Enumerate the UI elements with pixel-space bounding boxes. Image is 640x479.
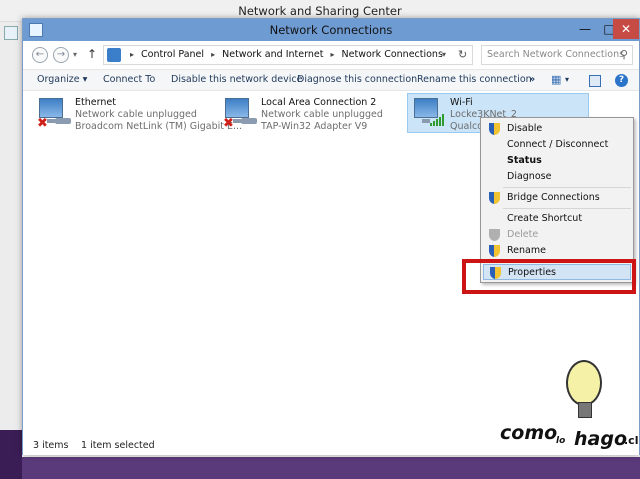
- disconnected-x-icon: ✖: [37, 116, 48, 131]
- menu-item-diagnose[interactable]: Diagnose: [483, 169, 631, 185]
- search-placeholder: Search Network Connections: [487, 49, 625, 60]
- menu-item-label: Create Shortcut: [507, 213, 583, 224]
- preview-pane-icon[interactable]: [589, 75, 601, 87]
- lightbulb-icon: [566, 360, 602, 418]
- connection-status: Network cable unplugged: [261, 109, 383, 120]
- cable-icon: [241, 118, 257, 124]
- watermark-word-hago: hago: [574, 428, 628, 450]
- connection-name: Wi-Fi: [450, 97, 473, 108]
- uac-shield-icon: [489, 192, 500, 204]
- connection-name: Ethernet: [75, 97, 116, 108]
- signal-strength-icon: [430, 114, 444, 126]
- cable-icon: [55, 118, 71, 124]
- refresh-icon[interactable]: ↻: [458, 46, 467, 64]
- watermark-suffix: .cl: [624, 434, 639, 447]
- menu-separator: [503, 187, 631, 188]
- menu-item-label: Bridge Connections: [507, 192, 600, 203]
- connection-item-ethernet[interactable]: ✖ Ethernet Network cable unplugged Broad…: [33, 94, 242, 136]
- disable-device-button[interactable]: Disable this network device: [171, 70, 302, 90]
- forward-button[interactable]: →: [53, 47, 69, 63]
- change-view-icon[interactable]: ▦: [551, 70, 561, 90]
- desktop-wallpaper-strip: [0, 430, 22, 479]
- rename-connection-button[interactable]: Rename this connection: [417, 70, 532, 90]
- background-item-icon: [4, 26, 18, 40]
- title-bar[interactable]: Network Connections — □ ✕: [23, 19, 639, 41]
- network-adapter-icon: [39, 98, 63, 123]
- watermark-word-como: como: [500, 422, 558, 444]
- item-count: 3 items: [33, 440, 69, 451]
- menu-item-connect-disconnect[interactable]: Connect / Disconnect: [483, 137, 631, 153]
- connection-adapter: TAP-Win32 Adapter V9: [261, 121, 368, 132]
- uac-shield-icon: [489, 245, 500, 257]
- connection-status: Network cable unplugged: [75, 109, 197, 120]
- control-panel-icon: [107, 48, 121, 62]
- command-bar: Organize ▾ Connect To Disable this netwo…: [23, 69, 639, 91]
- network-folder-icon: [29, 23, 43, 37]
- address-row: ← → ▾ ↑ ▸ Control Panel ▸ Network and In…: [23, 41, 639, 69]
- watermark-logo: como lo hago .cl: [500, 350, 640, 457]
- breadcrumb-network-and-internet[interactable]: Network and Internet: [222, 49, 323, 60]
- address-bar[interactable]: ▸ Control Panel ▸ Network and Internet ▸…: [103, 45, 473, 65]
- connection-adapter: Broadcom NetLink (TM) Gigabit E...: [75, 121, 243, 132]
- breadcrumb-control-panel[interactable]: Control Panel: [141, 49, 204, 60]
- menu-item-status[interactable]: Status: [483, 153, 631, 169]
- menu-item-delete: Delete: [483, 227, 631, 243]
- connection-name: Local Area Connection 2: [261, 97, 377, 108]
- breadcrumb-separator[interactable]: ▸: [211, 50, 215, 59]
- watermark-word-lo: lo: [556, 436, 566, 446]
- menu-item-label: Status: [507, 155, 542, 166]
- recent-locations-chevron-icon[interactable]: ▾: [73, 47, 77, 63]
- breadcrumb-separator[interactable]: ▸: [330, 50, 334, 59]
- help-icon[interactable]: ?: [615, 74, 628, 87]
- window-title: Network Connections: [269, 23, 393, 37]
- organize-button[interactable]: Organize ▾: [37, 70, 87, 90]
- search-input[interactable]: Search Network Connections ⚲: [481, 45, 633, 65]
- view-options-chevron-icon[interactable]: ▾: [565, 70, 569, 90]
- breadcrumb-network-connections[interactable]: Network Connections: [342, 49, 443, 60]
- network-adapter-icon: [225, 98, 249, 123]
- menu-item-bridge-connections[interactable]: Bridge Connections: [483, 190, 631, 206]
- menu-item-label: Rename: [507, 245, 546, 256]
- menu-item-label: Diagnose: [507, 171, 552, 182]
- address-history-chevron-icon[interactable]: ▾: [442, 46, 446, 64]
- menu-item-label: Delete: [507, 229, 539, 240]
- up-arrow-icon[interactable]: ↑: [87, 46, 97, 62]
- selection-count: 1 item selected: [81, 440, 155, 451]
- breadcrumb-separator[interactable]: ▸: [130, 50, 134, 59]
- menu-separator: [503, 208, 631, 209]
- uac-shield-icon: [489, 123, 500, 135]
- close-button[interactable]: ✕: [613, 19, 639, 39]
- menu-item-label: Connect / Disconnect: [507, 139, 609, 150]
- breadcrumb: ▸ Control Panel ▸ Network and Internet ▸…: [126, 46, 443, 64]
- menu-item-create-shortcut[interactable]: Create Shortcut: [483, 211, 631, 227]
- disconnected-x-icon: ✖: [223, 116, 234, 131]
- background-window-body: [0, 22, 22, 479]
- menu-item-label: Disable: [507, 123, 543, 134]
- connection-item-local-area-connection-2[interactable]: ✖ Local Area Connection 2 Network cable …: [219, 94, 399, 136]
- more-commands-icon[interactable]: »: [529, 70, 535, 90]
- menu-item-rename[interactable]: Rename: [483, 243, 631, 259]
- uac-shield-icon: [489, 229, 500, 241]
- back-button[interactable]: ←: [32, 47, 48, 63]
- menu-item-disable[interactable]: Disable: [483, 121, 631, 137]
- diagnose-connection-button[interactable]: Diagnose this connection: [297, 70, 417, 90]
- search-icon[interactable]: ⚲: [620, 46, 628, 64]
- properties-highlight-box: [462, 259, 636, 294]
- connect-to-button[interactable]: Connect To: [103, 70, 155, 90]
